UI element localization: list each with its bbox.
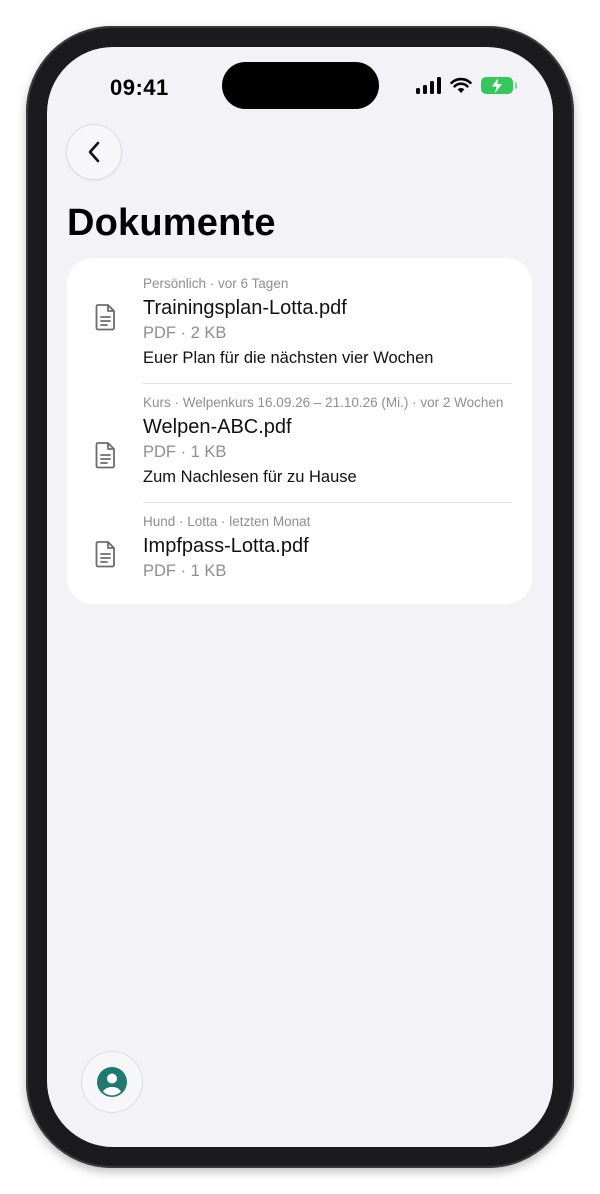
person-circle-icon: [97, 1067, 127, 1097]
dynamic-island: [222, 62, 379, 109]
document-item-impfpass[interactable]: Hund · Lotta · letzten Monat Impfpass-Lo…: [67, 502, 532, 596]
profile-button[interactable]: [81, 1051, 143, 1113]
document-item-welpen-abc[interactable]: Kurs · Welpenkurs 16.09.26 – 21.10.26 (M…: [67, 383, 532, 502]
document-size: PDF · 2 KB: [143, 324, 227, 342]
document-description: Zum Nachlesen für zu Hause: [143, 468, 357, 486]
battery-charging-icon: [481, 77, 517, 94]
chevron-left-icon: [88, 141, 100, 163]
status-time: 09:41: [110, 75, 169, 100]
screen: 09:41 Dokumente Persönlich · vor 6 Tagen…: [47, 47, 553, 1147]
page-title: Dokumente: [67, 202, 276, 244]
document-meta: Kurs · Welpenkurs 16.09.26 – 21.10.26 (M…: [143, 395, 504, 410]
document-name: Welpen-ABC.pdf: [143, 416, 292, 438]
document-name: Trainingsplan-Lotta.pdf: [143, 297, 347, 319]
document-icon: [95, 442, 115, 469]
back-button[interactable]: [66, 124, 122, 180]
document-description: Euer Plan für die nächsten vier Wochen: [143, 349, 434, 367]
document-meta: Hund · Lotta · letzten Monat: [143, 514, 311, 529]
document-size: PDF · 1 KB: [143, 443, 227, 461]
document-size: PDF · 1 KB: [143, 562, 227, 580]
phone-frame: 09:41 Dokumente Persönlich · vor 6 Tagen…: [26, 26, 574, 1168]
wifi-icon: [450, 77, 472, 93]
document-icon: [95, 304, 115, 331]
documents-list: Persönlich · vor 6 Tagen Trainingsplan-L…: [67, 258, 532, 604]
status-icons: [416, 77, 517, 94]
document-item-trainingsplan[interactable]: Persönlich · vor 6 Tagen Trainingsplan-L…: [67, 264, 532, 383]
document-icon: [95, 541, 115, 568]
document-name: Impfpass-Lotta.pdf: [143, 535, 309, 557]
cellular-signal-icon: [416, 77, 441, 94]
document-meta: Persönlich · vor 6 Tagen: [143, 276, 289, 291]
